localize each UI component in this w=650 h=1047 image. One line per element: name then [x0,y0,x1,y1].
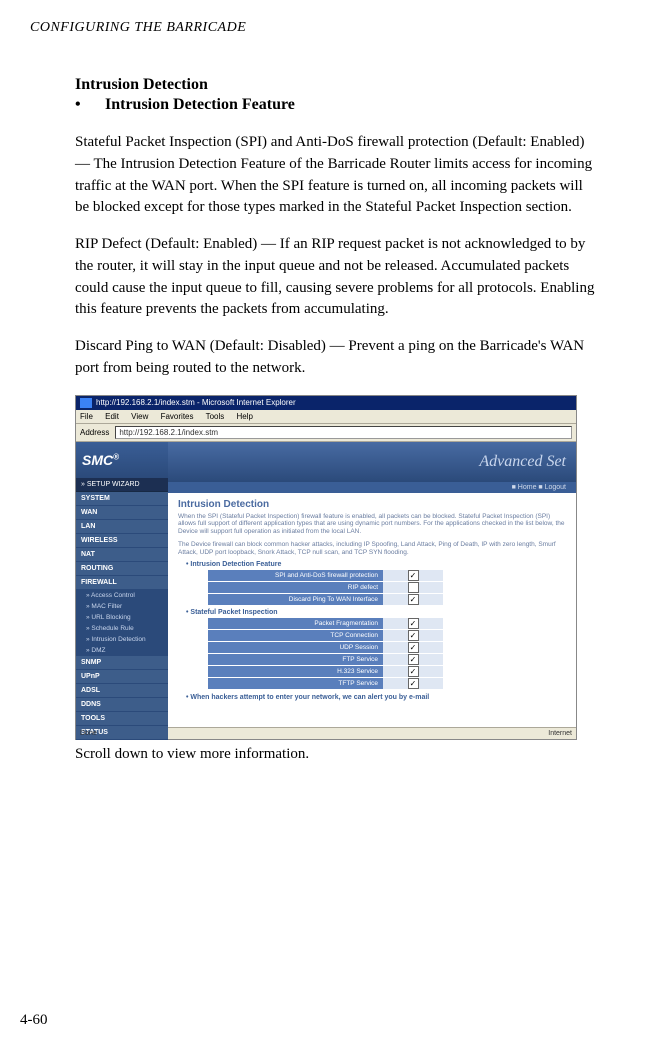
idf-checkbox-discard-ping[interactable]: ✓ [408,594,419,605]
idf-checkbox-rip[interactable] [408,582,419,593]
address-input[interactable]: http://192.168.2.1/index.stm [115,426,572,439]
nav-fw-url-blocking[interactable]: » URL Blocking [76,612,168,623]
spi-label-fragmentation: Packet Fragmentation [208,618,383,629]
nav-upnp[interactable]: UPnP [76,670,168,684]
menu-help[interactable]: Help [237,412,253,421]
panel-title: Intrusion Detection [178,499,566,510]
menu-tools[interactable]: Tools [206,412,225,421]
brand-logo: SMC® [76,442,168,478]
paragraph-rip: RIP Defect (Default: Enabled) — If an RI… [75,234,600,321]
nav-fw-intrusion-detection[interactable]: » Intrusion Detection [76,634,168,645]
nav-firewall[interactable]: FIREWALL [76,576,168,590]
paragraph-discard-ping: Discard Ping to WAN (Default: Disabled) … [75,336,600,380]
main-panel: Advanced Set ■ Home ■ Logout Intrusion D… [168,442,576,727]
subsection-title-text: Intrusion Detection Feature [105,96,295,113]
spi-row-ftp: FTP Service ✓ [208,654,566,665]
nav-wan[interactable]: WAN [76,506,168,520]
running-header: CONFIGURING THE BARRICADE [30,20,620,36]
nav-tools[interactable]: TOOLS [76,712,168,726]
nav-fw-dmz[interactable]: » DMZ [76,645,168,656]
ie-titlebar: http://192.168.2.1/index.stm - Microsoft… [76,396,576,410]
spi-row-fragmentation: Packet Fragmentation ✓ [208,618,566,629]
menu-favorites[interactable]: Favorites [161,412,194,421]
spi-checkbox-tftp[interactable]: ✓ [408,678,419,689]
subsection-title: •Intrusion Detection Feature [75,96,600,114]
address-label: Address [80,428,109,437]
window-title: http://192.168.2.1/index.stm - Microsoft… [96,398,296,407]
screenshot-figure: http://192.168.2.1/index.stm - Microsoft… [75,395,577,740]
feature-section-idf: • Intrusion Detection Feature [186,561,566,568]
sidebar: SMC® » SETUP WIZARD SYSTEM WAN LAN WIREL… [76,442,168,727]
paragraph-spi: Stateful Packet Inspection (SPI) and Ant… [75,132,600,219]
nav-routing[interactable]: ROUTING [76,562,168,576]
app-frame: SMC® » SETUP WIZARD SYSTEM WAN LAN WIREL… [76,442,576,727]
spi-checkbox-fragmentation[interactable]: ✓ [408,618,419,629]
status-right: Internet [548,730,572,737]
idf-checkbox-spi[interactable]: ✓ [408,570,419,581]
panel-desc-1: When the SPI (Stateful Packet Inspection… [178,513,566,536]
figure-caption: Scroll down to view more information. [75,746,600,763]
idf-label-discard-ping: Discard Ping To WAN Interface [208,594,383,605]
nav-nat[interactable]: NAT [76,548,168,562]
ie-addressbar: Address http://192.168.2.1/index.stm [76,424,576,442]
spi-checkbox-udp[interactable]: ✓ [408,642,419,653]
panel-desc-2: The Device firewall can block common hac… [178,541,566,557]
menu-file[interactable]: File [80,412,93,421]
nav-lan[interactable]: LAN [76,520,168,534]
nav-system[interactable]: SYSTEM [76,492,168,506]
ie-menubar[interactable]: File Edit View Favorites Tools Help [76,410,576,424]
idf-row-spi: SPI and Anti-DoS firewall protection ✓ [208,570,566,581]
spi-row-tcp: TCP Connection ✓ [208,630,566,641]
menu-edit[interactable]: Edit [105,412,119,421]
idf-label-spi: SPI and Anti-DoS firewall protection [208,570,383,581]
nav-wireless[interactable]: WIRELESS [76,534,168,548]
banner: Advanced Set [168,442,576,482]
banner-text: Advanced Set [479,453,566,471]
nav-adsl[interactable]: ADSL [76,684,168,698]
spi-label-udp: UDP Session [208,642,383,653]
nav-fw-access-control[interactable]: » Access Control [76,590,168,601]
nav-snmp[interactable]: SNMP [76,656,168,670]
section-title: Intrusion Detection [75,76,600,94]
bullet-mark: • [75,96,105,114]
ie-icon [80,398,92,408]
status-left: Done [80,730,97,737]
setup-wizard-button[interactable]: » SETUP WIZARD [76,478,168,492]
page-number: 4-60 [20,1012,48,1029]
spi-label-tftp: TFTP Service [208,678,383,689]
spi-label-ftp: FTP Service [208,654,383,665]
spi-label-tcp: TCP Connection [208,630,383,641]
spi-checkbox-ftp[interactable]: ✓ [408,654,419,665]
menu-view[interactable]: View [131,412,148,421]
nav-ddns[interactable]: DDNS [76,698,168,712]
spi-row-udp: UDP Session ✓ [208,642,566,653]
banner-links[interactable]: ■ Home ■ Logout [168,482,576,493]
idf-row-rip: RIP defect [208,582,566,593]
spi-row-h323: H.323 Service ✓ [208,666,566,677]
spi-table: Packet Fragmentation ✓ TCP Connection ✓ … [208,618,566,689]
spi-checkbox-h323[interactable]: ✓ [408,666,419,677]
idf-row-discard-ping: Discard Ping To WAN Interface ✓ [208,594,566,605]
email-alert-note: • When hackers attempt to enter your net… [186,694,566,701]
feature-section-spi: • Stateful Packet Inspection [186,609,566,616]
nav-fw-mac-filter[interactable]: » MAC Filter [76,601,168,612]
spi-checkbox-tcp[interactable]: ✓ [408,630,419,641]
spi-label-h323: H.323 Service [208,666,383,677]
nav-fw-schedule-rule[interactable]: » Schedule Rule [76,623,168,634]
spi-row-tftp: TFTP Service ✓ [208,678,566,689]
idf-label-rip: RIP defect [208,582,383,593]
idf-table: SPI and Anti-DoS firewall protection ✓ R… [208,570,566,605]
